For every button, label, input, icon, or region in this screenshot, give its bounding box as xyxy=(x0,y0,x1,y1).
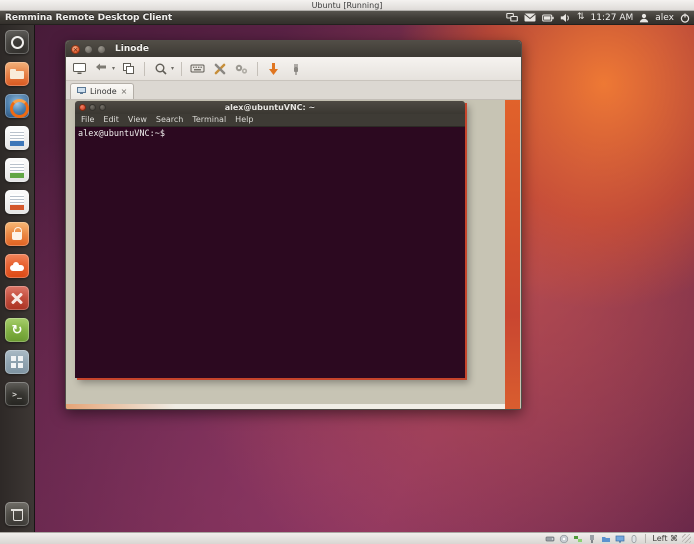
preferences-tools-icon[interactable] xyxy=(211,60,228,77)
vbox-statusbar: Left ⌘ xyxy=(0,532,694,544)
home-folder-icon[interactable] xyxy=(5,62,29,86)
resize-grip[interactable] xyxy=(682,534,691,543)
window-minimize-button[interactable] xyxy=(84,45,93,54)
mail-indicator-icon[interactable] xyxy=(524,13,536,22)
vbox-window-title: Ubuntu [Running] xyxy=(312,1,383,10)
zoom-dropdown-icon[interactable]: ▾ xyxy=(171,65,174,72)
terminal-launcher-icon[interactable] xyxy=(5,382,29,406)
ubuntu-desktop: Remmina Remote Desktop Client ⇅ 11:27 AM xyxy=(0,11,694,532)
terminal-body[interactable]: alex@ubuntuVNC:~$ xyxy=(75,127,465,378)
network-status-icon[interactable] xyxy=(573,534,583,544)
terminal-minimize-button[interactable] xyxy=(89,104,96,111)
window-close-button[interactable]: × xyxy=(71,45,80,54)
battery-indicator-icon[interactable] xyxy=(542,14,554,22)
libreoffice-impress-icon[interactable] xyxy=(5,190,29,214)
panel-app-title: Remmina Remote Desktop Client xyxy=(5,13,172,23)
clock-indicator[interactable]: 11:27 AM xyxy=(591,13,634,23)
settings-gears-icon[interactable] xyxy=(233,60,250,77)
window-maximize-button[interactable] xyxy=(97,45,106,54)
remmina-window-title: Linode xyxy=(115,44,149,54)
session-username[interactable]: alex xyxy=(655,13,674,23)
system-settings-icon[interactable] xyxy=(5,286,29,310)
disconnect-icon[interactable] xyxy=(287,60,304,77)
remmina-titlebar[interactable]: × Linode xyxy=(66,41,521,57)
usb-status-icon[interactable] xyxy=(587,534,597,544)
terminal-title: alex@ubuntuVNC: ~ xyxy=(75,103,465,112)
scale-mode-icon[interactable] xyxy=(93,60,110,77)
virtualbox-window: Ubuntu [Running] Remmina Remote Desktop … xyxy=(0,0,694,544)
terminal-menu-terminal[interactable]: Terminal xyxy=(192,116,226,124)
terminal-prompt: alex@ubuntuVNC:~$ xyxy=(78,129,165,139)
terminal-window-buttons xyxy=(79,104,106,111)
dash-home-icon[interactable] xyxy=(5,30,29,54)
ubuntu-top-panel: Remmina Remote Desktop Client ⇅ 11:27 AM xyxy=(0,11,694,25)
zoom-icon[interactable] xyxy=(152,60,169,77)
remote-wallpaper-bottom-band xyxy=(66,404,505,409)
display-status-icon[interactable] xyxy=(615,534,625,544)
tab-close-icon[interactable]: × xyxy=(121,88,128,96)
volume-indicator-icon[interactable] xyxy=(560,13,571,23)
tab-label: Linode xyxy=(90,87,117,96)
terminal-close-button[interactable] xyxy=(79,104,86,111)
remote-desktop-view[interactable]: alex@ubuntuVNC: ~ File Edit View Search … xyxy=(66,100,521,409)
ubuntu-one-icon[interactable] xyxy=(5,254,29,278)
terminal-menu-help[interactable]: Help xyxy=(235,116,253,124)
remote-wallpaper-stripe xyxy=(505,100,520,409)
fullscreen-icon[interactable] xyxy=(71,60,88,77)
libreoffice-writer-icon[interactable] xyxy=(5,126,29,150)
tab-linode[interactable]: Linode × xyxy=(70,83,134,99)
trash-icon[interactable] xyxy=(5,502,29,526)
session-power-icon[interactable] xyxy=(680,13,690,23)
terminal-titlebar[interactable]: alex@ubuntuVNC: ~ xyxy=(75,101,465,114)
cd-status-icon[interactable] xyxy=(559,534,569,544)
remote-terminal-window: alex@ubuntuVNC: ~ File Edit View Search … xyxy=(75,101,465,378)
workspace-switcher-icon[interactable] xyxy=(5,350,29,374)
scale-dropdown-icon[interactable]: ▾ xyxy=(112,65,115,72)
sync-indicator-icon[interactable]: ⇅ xyxy=(577,13,585,22)
toolbar-separator xyxy=(144,62,145,76)
terminal-maximize-button[interactable] xyxy=(99,104,106,111)
host-key-indicator: Left ⌘ xyxy=(652,534,678,543)
terminal-menu-search[interactable]: Search xyxy=(156,116,183,124)
vbox-titlebar[interactable]: Ubuntu [Running] xyxy=(0,0,694,11)
unity-launcher xyxy=(0,25,35,532)
software-center-icon[interactable] xyxy=(5,222,29,246)
keyboard-grab-icon[interactable] xyxy=(189,60,206,77)
terminal-menu-file[interactable]: File xyxy=(81,116,94,124)
remmina-tabbar: Linode × xyxy=(66,81,521,100)
update-manager-icon[interactable] xyxy=(5,318,29,342)
screenshot-icon[interactable] xyxy=(120,60,137,77)
toolbar-separator xyxy=(257,62,258,76)
hdd-status-icon[interactable] xyxy=(545,534,555,544)
statusbar-separator xyxy=(645,534,646,543)
terminal-menu-edit[interactable]: Edit xyxy=(103,116,119,124)
firefox-icon[interactable] xyxy=(5,94,29,118)
tab-monitor-icon xyxy=(77,87,86,97)
remmina-toolbar: ▾ ▾ xyxy=(66,57,521,81)
libreoffice-calc-icon[interactable] xyxy=(5,158,29,182)
remote-desktop-indicator-icon[interactable] xyxy=(506,12,518,23)
shared-folders-status-icon[interactable] xyxy=(601,534,611,544)
remmina-window: × Linode ▾ ▾ xyxy=(65,40,522,410)
terminal-menu-view[interactable]: View xyxy=(128,116,147,124)
mouse-integration-status-icon[interactable] xyxy=(629,534,639,544)
toolbar-separator xyxy=(181,62,182,76)
user-icon[interactable] xyxy=(639,13,649,23)
retract-toolbar-icon[interactable] xyxy=(265,60,282,77)
indicator-area: ⇅ 11:27 AM alex xyxy=(506,12,690,23)
terminal-menubar: File Edit View Search Terminal Help xyxy=(75,114,465,127)
